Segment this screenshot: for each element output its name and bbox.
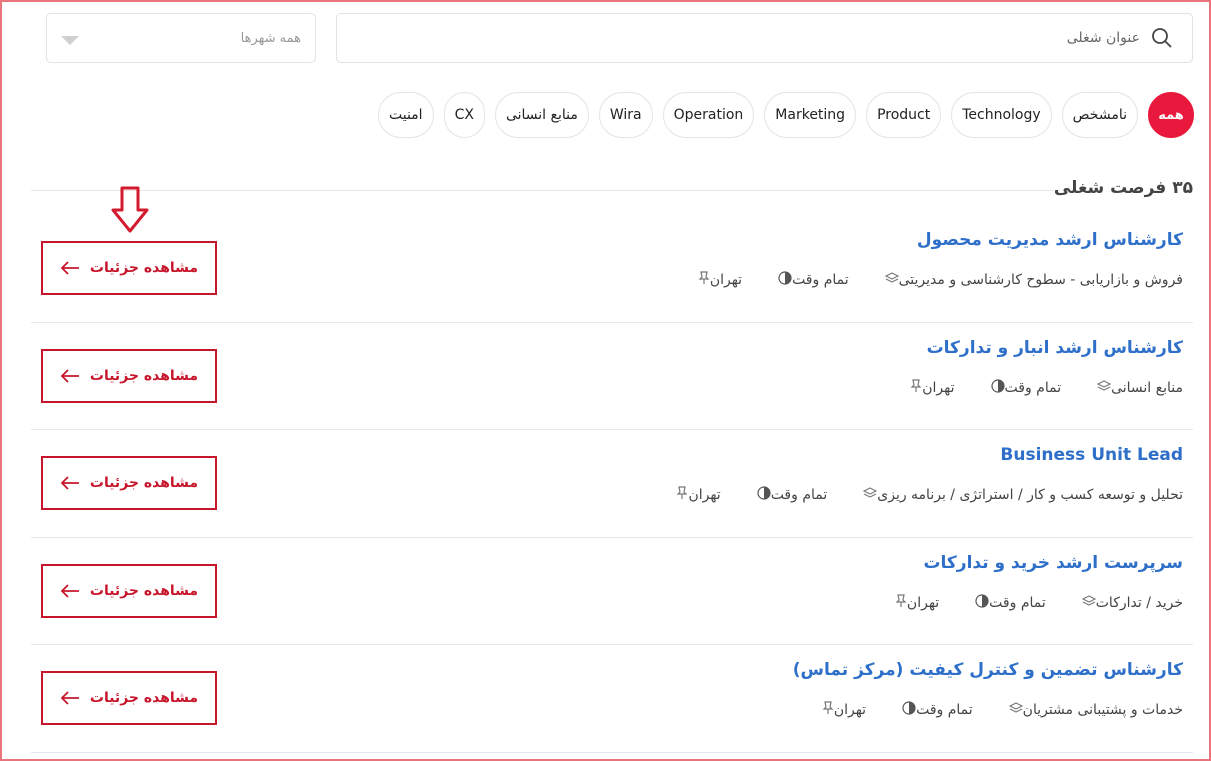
view-details-button[interactable]: مشاهده جزئیات xyxy=(41,671,217,725)
clock-icon xyxy=(770,271,792,289)
view-details-button[interactable]: مشاهده جزئیات xyxy=(41,563,217,618)
job-location: تهران xyxy=(902,378,955,397)
job-title-link[interactable]: کارشناس تضمین و کنترل کیفیت (مرکز تماس) xyxy=(793,660,1183,680)
job-type: تمام وقت xyxy=(792,272,849,288)
job-location: تهران xyxy=(887,593,940,612)
job-location: تهران xyxy=(690,271,742,289)
job-row: کارشناس ارشد انبار و تدارکات تهران تمام وق… xyxy=(31,323,1193,430)
pin-icon xyxy=(902,378,922,397)
job-meta: تهران تمام وقت تحلیل و توسعه کسب و کار / ا… xyxy=(668,486,1183,504)
job-city: تهران xyxy=(688,487,721,503)
job-meta: تهران تمام وقت منابع انسانی xyxy=(902,378,1183,397)
category-chip[interactable]: Technology xyxy=(951,92,1052,138)
job-row: کارشناس تضمین و کنترل کیفیت (مرکز تماس) ت… xyxy=(31,645,1193,753)
job-type: تمام وقت xyxy=(1004,379,1062,396)
job-location: تهران xyxy=(814,701,866,719)
job-meta: تهران تمام وقت خرید / تدارکات xyxy=(887,593,1183,612)
view-details-label: مشاهده جزئیات xyxy=(89,475,199,491)
job-type: تمام وقت xyxy=(770,487,828,503)
job-location: تهران xyxy=(668,486,721,504)
layers-icon xyxy=(1074,594,1096,611)
arrow-left-icon xyxy=(60,583,80,598)
pin-icon xyxy=(887,593,907,612)
job-city: تهران xyxy=(833,702,867,718)
clock-icon xyxy=(894,701,916,719)
view-details-button[interactable]: مشاهده جزئیات xyxy=(41,456,217,510)
job-department: خدمات و پشتیبانی مشتریان xyxy=(1001,702,1183,718)
results-count-row: ۳۵ فرصت شغلی xyxy=(31,175,1193,205)
view-details-label: مشاهده جزئیات xyxy=(89,260,199,276)
category-chip[interactable]: امنیت xyxy=(377,92,434,138)
job-department: تحلیل و توسعه کسب و کار / استراتژی / برن… xyxy=(855,487,1183,503)
job-department-text: فروش و بازاریابی - سطوح کارشناسی و مدیری… xyxy=(898,272,1183,288)
category-chip[interactable]: Wira xyxy=(598,92,653,138)
job-city: تهران xyxy=(709,272,743,288)
job-title-link[interactable]: کارشناس ارشد مدیریت محصول xyxy=(917,230,1183,250)
layers-icon xyxy=(1001,702,1023,718)
job-title-search[interactable] xyxy=(336,13,1193,63)
arrow-left-icon xyxy=(60,261,80,275)
pin-icon xyxy=(690,271,710,289)
category-chip[interactable]: نامشخص xyxy=(1061,92,1138,138)
category-chip[interactable]: منابع انسانی xyxy=(494,92,589,138)
divider xyxy=(31,190,1053,191)
view-details-label: مشاهده جزئیات xyxy=(89,582,199,599)
pin-icon xyxy=(668,486,688,504)
job-title-link[interactable]: کارشناس ارشد انبار و تدارکات xyxy=(927,338,1183,358)
job-employment-type: تمام وقت xyxy=(894,701,973,719)
job-employment-type: تمام وقت xyxy=(749,486,828,504)
job-department-text: خرید / تدارکات xyxy=(1095,594,1183,611)
arrow-left-icon xyxy=(60,368,80,383)
category-chip[interactable]: Operation xyxy=(662,92,755,138)
view-details-label: مشاهده جزئیات xyxy=(89,690,199,706)
job-department: فروش و بازاریابی - سطوح کارشناسی و مدیری… xyxy=(877,272,1183,288)
search-icon[interactable] xyxy=(1150,26,1174,50)
job-row: Business Unit Lead تهران تمام وقت تحلیل و ت… xyxy=(31,430,1193,538)
view-details-label: مشاهده جزئیات xyxy=(89,367,199,384)
job-department-text: منابع انسانی xyxy=(1111,379,1183,396)
job-department-text: تحلیل و توسعه کسب و کار / استراتژی / برن… xyxy=(877,487,1183,503)
job-list: کارشناس ارشد مدیریت محصول تهران تمام وقت فر… xyxy=(31,215,1193,753)
clock-icon xyxy=(967,593,989,612)
category-chip[interactable]: همه xyxy=(1148,92,1194,138)
job-department-text: خدمات و پشتیبانی مشتریان xyxy=(1022,702,1183,718)
job-meta: تهران تمام وقت خدمات و پشتیبانی مشتریان xyxy=(814,701,1183,719)
clock-icon xyxy=(983,378,1005,397)
job-employment-type: تمام وقت xyxy=(770,271,849,289)
job-employment-type: تمام وقت xyxy=(983,378,1062,397)
job-employment-type: تمام وقت xyxy=(967,593,1046,612)
arrow-left-icon xyxy=(60,476,80,490)
job-title-link[interactable]: سرپرست ارشد خرید و تدارکات xyxy=(923,553,1183,573)
clock-icon xyxy=(749,486,771,504)
job-type: تمام وقت xyxy=(989,594,1046,611)
job-department: منابع انسانی xyxy=(1089,380,1183,396)
job-city: تهران xyxy=(922,379,955,396)
category-filter-bar: همه نامشخص Technology Product Marketing Opera… xyxy=(377,92,1194,138)
job-row: سرپرست ارشد خرید و تدارکات تهران تمام وقت خ… xyxy=(31,538,1193,645)
city-select-label: همه شهرها xyxy=(240,30,301,46)
view-details-button[interactable]: مشاهده جزئیات xyxy=(41,348,217,403)
view-details-button[interactable]: مشاهده جزئیات xyxy=(41,241,217,295)
category-chip[interactable]: Marketing xyxy=(764,92,857,138)
category-chip[interactable]: CX xyxy=(443,92,485,138)
job-meta: تهران تمام وقت فروش و بازاریابی - سطوح کار… xyxy=(690,271,1183,289)
layers-icon xyxy=(855,487,878,503)
job-title-link[interactable]: Business Unit Lead xyxy=(1000,445,1183,465)
search-input[interactable] xyxy=(337,14,1140,62)
job-row: کارشناس ارشد مدیریت محصول تهران تمام وقت فر… xyxy=(31,215,1193,323)
pin-icon xyxy=(814,701,834,719)
city-select[interactable]: همه شهرها xyxy=(46,13,316,63)
category-chip[interactable]: Product xyxy=(866,92,942,138)
arrow-left-icon xyxy=(60,691,80,705)
job-type: تمام وقت xyxy=(916,702,973,718)
layers-icon xyxy=(877,272,899,288)
layers-icon xyxy=(1089,379,1112,396)
job-city: تهران xyxy=(906,594,940,611)
results-count: ۳۵ فرصت شغلی xyxy=(1053,178,1193,198)
job-department: خرید / تدارکات xyxy=(1074,595,1183,611)
caret-down-icon xyxy=(61,35,79,45)
